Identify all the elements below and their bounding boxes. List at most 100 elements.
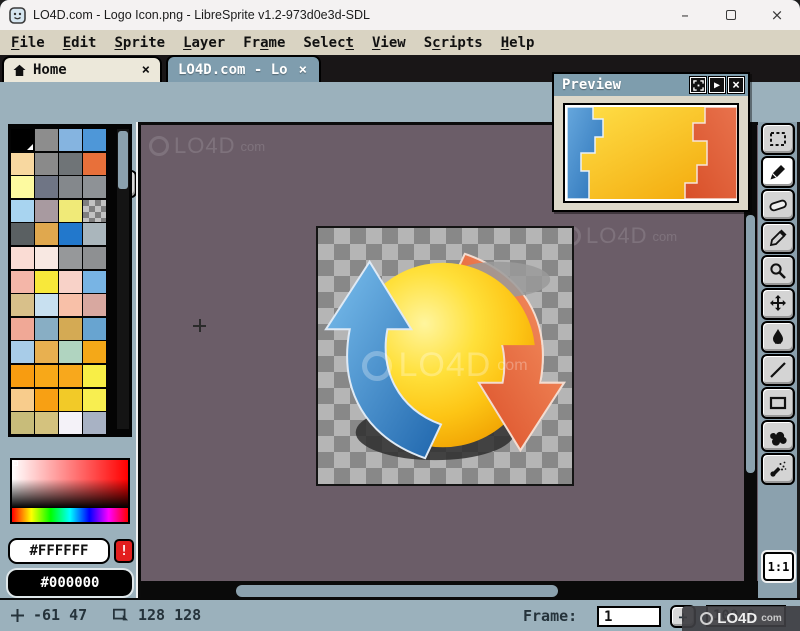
palette-swatch[interactable] [11,129,34,151]
menu-scripts[interactable]: Scripts [415,33,492,53]
blur-tool[interactable] [761,420,795,452]
menu-view[interactable]: View [363,33,415,53]
palette-swatch[interactable] [11,365,34,387]
palette-swatch[interactable] [35,129,58,151]
preview-image [567,107,737,199]
tab-home[interactable]: Home × [2,56,162,82]
palette-swatch[interactable] [59,200,82,222]
palette-swatch[interactable] [83,365,106,387]
palette-swatch[interactable] [11,223,34,245]
maximize-button[interactable] [708,0,754,30]
palette-swatch[interactable] [11,341,34,363]
palette-swatch[interactable] [59,176,82,198]
spray-tool[interactable] [761,453,795,485]
menu-file[interactable]: File [2,33,54,53]
palette-swatch[interactable] [59,129,82,151]
palette-swatch[interactable] [83,294,106,316]
menu-frame[interactable]: Frame [234,33,294,53]
palette-swatch[interactable] [35,294,58,316]
palette-swatch[interactable] [35,341,58,363]
palette-swatch[interactable] [83,129,106,151]
palette-swatch[interactable] [35,223,58,245]
palette-swatch[interactable] [59,341,82,363]
tab-home-close-icon[interactable]: × [140,62,152,78]
palette-swatch[interactable] [59,412,82,434]
palette-swatch[interactable] [59,294,82,316]
palette-swatch[interactable] [35,271,58,293]
menu-help[interactable]: Help [492,33,544,53]
color-warning-button[interactable]: ! [114,539,134,563]
palette-swatch[interactable] [11,294,34,316]
close-button[interactable]: × [754,0,800,30]
saturation-value-box[interactable] [12,460,128,508]
palette-swatch[interactable] [35,153,58,175]
palette-swatch[interactable] [59,365,82,387]
palette-swatch[interactable] [35,389,58,411]
window-title: LO4D.com - Logo Icon.png - LibreSprite v… [33,8,370,22]
palette-swatch[interactable] [83,412,106,434]
palette-swatch[interactable] [59,271,82,293]
palette-swatch[interactable] [59,318,82,340]
palette-swatch[interactable] [35,365,58,387]
hue-strip[interactable] [12,508,128,522]
rectangle-tool[interactable] [761,387,795,419]
move-tool[interactable] [761,288,795,320]
sprite-canvas[interactable]: LO4D com [316,226,574,486]
minimize-button[interactable]: – [662,0,708,30]
preview-window[interactable]: Preview ▶ × [552,72,750,212]
palette-swatch[interactable] [59,153,82,175]
palette-scrollbar[interactable] [117,129,129,429]
paint-bucket-tool[interactable] [761,321,795,353]
pencil-tool[interactable] [761,156,795,188]
palette-swatch[interactable] [11,389,34,411]
palette-swatch[interactable] [35,176,58,198]
palette-swatch[interactable] [83,223,106,245]
frame-number-input[interactable]: 1 [597,606,661,627]
rectangular-marquee-tool[interactable] [761,123,795,155]
preview-title-bar[interactable]: Preview ▶ × [554,74,748,96]
palette-swatch[interactable] [11,412,34,434]
palette-scrollbar-thumb[interactable] [118,131,128,189]
palette-swatch[interactable] [11,271,34,293]
palette-swatch[interactable] [35,412,58,434]
palette-swatch[interactable] [35,200,58,222]
menu-sprite[interactable]: Sprite [105,33,174,53]
eraser-tool[interactable] [761,189,795,221]
palette-swatch[interactable] [11,153,34,175]
palette-swatch[interactable] [83,153,106,175]
palette-swatch[interactable] [83,318,106,340]
palette-swatch[interactable] [59,389,82,411]
background-color-field[interactable]: #000000 [8,570,132,596]
palette-swatch[interactable] [83,200,106,222]
zoom-1-1-button[interactable]: 1:1 [763,552,794,581]
zoom-tool[interactable] [761,255,795,287]
vertical-scrollbar-thumb[interactable] [746,215,755,473]
preview-close-button[interactable]: × [728,77,744,93]
menu-layer[interactable]: Layer [174,33,234,53]
tab-document[interactable]: LO4D.com - Lo × [166,55,321,82]
menu-edit[interactable]: Edit [54,33,106,53]
line-tool[interactable] [761,354,795,386]
maximize-icon [726,10,736,20]
horizontal-scrollbar[interactable] [141,581,758,598]
palette-swatch[interactable] [11,318,34,340]
palette-swatch[interactable] [59,247,82,269]
palette-swatch[interactable] [59,223,82,245]
palette-swatch[interactable] [11,200,34,222]
preview-center-button[interactable] [690,77,706,93]
palette-swatch[interactable] [35,247,58,269]
palette-swatch[interactable] [83,247,106,269]
palette-swatch[interactable] [83,341,106,363]
foreground-color-field[interactable]: #FFFFFF [8,538,110,564]
menu-select[interactable]: Select [294,33,363,53]
preview-play-button[interactable]: ▶ [709,77,725,93]
horizontal-scrollbar-thumb[interactable] [236,585,558,597]
palette-swatch[interactable] [11,247,34,269]
palette-swatch[interactable] [83,176,106,198]
eyedropper-tool[interactable] [761,222,795,254]
palette-swatch[interactable] [83,389,106,411]
palette-swatch[interactable] [11,176,34,198]
palette-swatch[interactable] [35,318,58,340]
palette-swatch[interactable] [83,271,106,293]
tab-document-close-icon[interactable]: × [297,62,309,78]
